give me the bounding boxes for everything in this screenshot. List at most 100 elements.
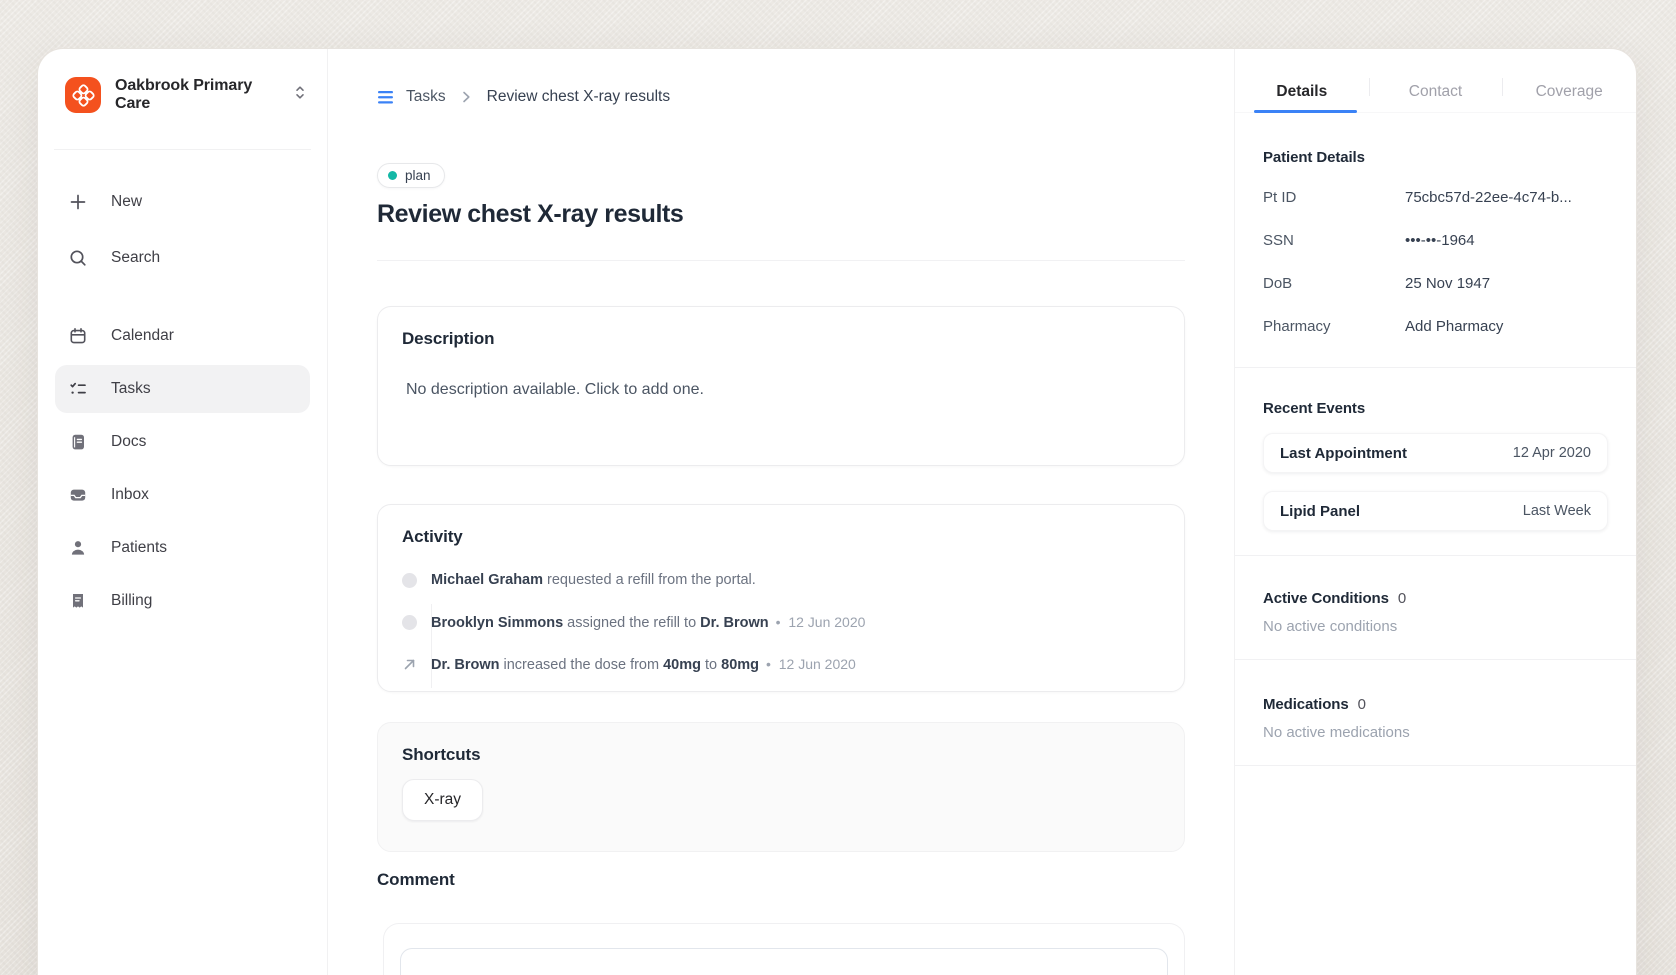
plus-icon: [68, 192, 88, 212]
recent-events-list: Last Appointment 12 Apr 2020 Lipid Panel…: [1263, 433, 1608, 531]
sidebar-item-label: Billing: [111, 592, 152, 610]
active-conditions-empty: No active conditions: [1263, 618, 1608, 635]
activity-date: • 12 Jun 2020: [766, 656, 856, 672]
breadcrumb: Tasks Review chest X-ray results: [377, 85, 1185, 109]
desktop-background: Oakbrook Primary Care New: [0, 0, 1676, 975]
event-value: 12 Apr 2020: [1513, 445, 1591, 461]
shortcuts-heading: Shortcuts: [402, 745, 1160, 765]
description-card: Description No description available. Cl…: [377, 306, 1185, 466]
sidebar-item-patients[interactable]: Patients: [55, 524, 310, 572]
sidebar-item-label: Calendar: [111, 327, 174, 345]
detail-row-dob: DoB 25 Nov 1947: [1263, 262, 1608, 305]
pt-id-value: 75cbc57d-22ee-4c74-b...: [1405, 189, 1572, 206]
arrow-up-right-icon: [402, 657, 417, 672]
activity-heading: Activity: [402, 527, 1160, 547]
tab-details[interactable]: Details: [1235, 71, 1369, 112]
add-pharmacy-link[interactable]: Add Pharmacy: [1405, 318, 1503, 335]
activity-list: Michael Graham requested a refill from t…: [402, 565, 1160, 679]
sidebar-nav-group: Calendar Tasks Docs: [38, 312, 327, 625]
sidebar-item-label: New: [111, 193, 142, 211]
description-heading: Description: [402, 329, 1160, 349]
sidebar-item-docs[interactable]: Docs: [55, 418, 310, 466]
recent-events-heading: Recent Events: [1263, 400, 1608, 417]
activity-date: • 12 Jun 2020: [776, 614, 866, 630]
status-dot-icon: [388, 171, 397, 180]
patient-panel: Details Contact Coverage Patient Details…: [1234, 49, 1636, 975]
comment-heading: Comment: [377, 870, 1185, 890]
ssn-value: •••-••-1964: [1405, 232, 1475, 249]
sidebar-divider: [54, 149, 311, 150]
activity-text: Brooklyn Simmons assigned the refill to …: [431, 614, 865, 631]
tasks-icon: [68, 379, 88, 399]
tab-coverage[interactable]: Coverage: [1502, 71, 1636, 112]
chevron-updown-icon: [293, 84, 307, 106]
search-icon: [68, 248, 88, 268]
detail-row-pt-id: Pt ID 75cbc57d-22ee-4c74-b...: [1263, 176, 1608, 219]
patient-details-rows: Pt ID 75cbc57d-22ee-4c74-b... SSN •••-••…: [1263, 176, 1608, 348]
chevron-right-icon: [462, 90, 471, 104]
sidebar-item-label: Search: [111, 249, 160, 267]
sidebar-item-calendar[interactable]: Calendar: [55, 312, 310, 360]
sidebar-primary-group: New Search: [38, 178, 327, 282]
patient-details-heading: Patient Details: [1263, 149, 1608, 166]
detail-label: SSN: [1263, 232, 1405, 249]
sidebar-item-new[interactable]: New: [55, 178, 310, 226]
event-card-last-appointment[interactable]: Last Appointment 12 Apr 2020: [1263, 433, 1608, 473]
billing-icon: [68, 591, 88, 611]
medications-section: Medications0 No active medications: [1235, 660, 1636, 766]
sidebar-item-billing[interactable]: Billing: [55, 577, 310, 625]
detail-label: Pt ID: [1263, 189, 1405, 206]
sidebar-item-label: Patients: [111, 539, 167, 557]
sidebar-item-inbox[interactable]: Inbox: [55, 471, 310, 519]
event-value: Last Week: [1523, 503, 1591, 519]
breadcrumb-tasks-link[interactable]: Tasks: [406, 88, 446, 106]
activity-text: Michael Graham requested a refill from t…: [431, 572, 756, 588]
avatar: [402, 615, 417, 630]
medications-count: 0: [1358, 696, 1366, 713]
sidebar: Oakbrook Primary Care New: [38, 49, 328, 975]
sidebar-item-label: Inbox: [111, 486, 149, 504]
panel-tabs: Details Contact Coverage: [1235, 71, 1636, 113]
active-conditions-heading: Active Conditions0: [1263, 590, 1608, 607]
tab-contact[interactable]: Contact: [1369, 71, 1503, 112]
title-divider: [377, 260, 1185, 261]
shortcut-xray-button[interactable]: X-ray: [402, 779, 483, 821]
org-name: Oakbrook Primary Care: [115, 77, 279, 113]
sidebar-item-tasks[interactable]: Tasks: [55, 365, 310, 413]
detail-label: Pharmacy: [1263, 318, 1405, 335]
org-switcher[interactable]: Oakbrook Primary Care: [38, 77, 327, 113]
medications-heading: Medications0: [1263, 696, 1608, 713]
description-empty-text[interactable]: No description available. Click to add o…: [406, 381, 1160, 399]
inbox-icon: [68, 485, 88, 505]
activity-row: Michael Graham requested a refill from t…: [402, 565, 1160, 595]
main-content: Tasks Review chest X-ray results plan Re…: [328, 49, 1234, 975]
event-label: Lipid Panel: [1280, 503, 1360, 520]
org-logo-icon: [65, 77, 101, 113]
status-badge[interactable]: plan: [377, 163, 445, 188]
comment-composer: [383, 923, 1185, 975]
detail-row-pharmacy: Pharmacy Add Pharmacy: [1263, 305, 1608, 348]
shortcuts-card: Shortcuts X-ray: [377, 722, 1185, 852]
docs-icon: [68, 432, 88, 452]
activity-text: Dr. Brown increased the dose from 40mg t…: [431, 656, 856, 673]
avatar: [402, 573, 417, 588]
detail-row-ssn: SSN •••-••-1964: [1263, 219, 1608, 262]
comment-section: Comment: [377, 870, 1185, 975]
activity-row: Brooklyn Simmons assigned the refill to …: [402, 607, 1160, 637]
sidebar-item-label: Docs: [111, 433, 146, 451]
detail-label: DoB: [1263, 275, 1405, 292]
event-card-lipid-panel[interactable]: Lipid Panel Last Week: [1263, 491, 1608, 531]
sidebar-item-search[interactable]: Search: [55, 234, 310, 282]
recent-events-section: Recent Events Last Appointment 12 Apr 20…: [1235, 368, 1636, 556]
status-label: plan: [405, 168, 431, 183]
patient-details-section: Patient Details Pt ID 75cbc57d-22ee-4c74…: [1235, 113, 1636, 368]
patients-icon: [68, 538, 88, 558]
comment-input[interactable]: [400, 948, 1168, 975]
dob-value: 25 Nov 1947: [1405, 275, 1490, 292]
event-label: Last Appointment: [1280, 445, 1407, 462]
calendar-icon: [68, 326, 88, 346]
page-title[interactable]: Review chest X-ray results: [377, 200, 1185, 229]
activity-row: Dr. Brown increased the dose from 40mg t…: [402, 649, 1160, 679]
activity-card: Activity Michael Graham requested a refi…: [377, 504, 1185, 692]
task-list-icon: [377, 90, 394, 105]
